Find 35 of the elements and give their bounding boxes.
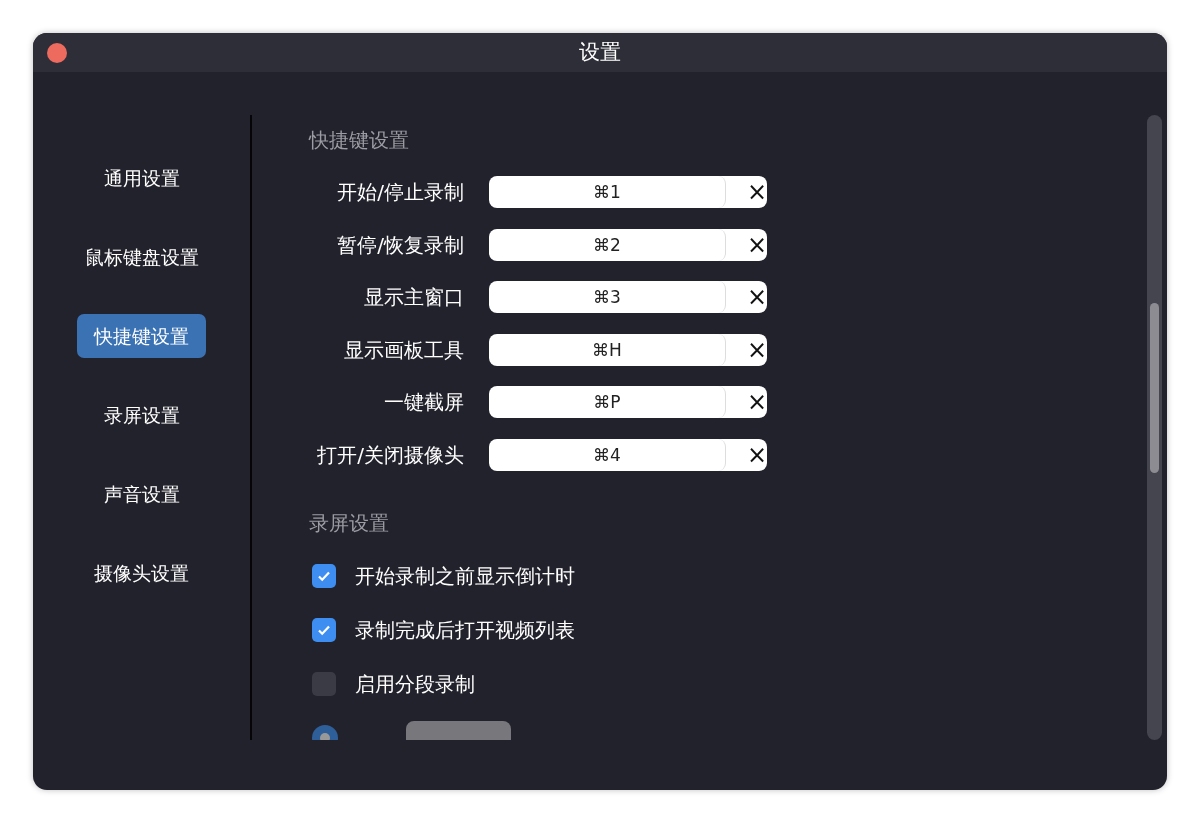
scrollbar-thumb[interactable] <box>1150 302 1159 473</box>
sidebar-item[interactable]: 快捷键设置 <box>77 314 206 358</box>
shortcut-label: 打开/关闭摄像头 <box>316 441 464 469</box>
checkbox-label: 录制完成后打开视频列表 <box>355 617 575 644</box>
checkbox-label: 开始录制之前显示倒计时 <box>355 563 575 590</box>
section-heading: 快捷键设置 <box>309 127 410 153</box>
shortcut-label: 开始/停止录制 <box>336 179 464 207</box>
sidebar-item[interactable]: 录屏设置 <box>86 393 197 437</box>
checkbox[interactable] <box>312 672 336 696</box>
clear-button[interactable]: × <box>746 442 767 467</box>
sidebar-item[interactable]: 声音设置 <box>86 472 197 516</box>
shortcut-field[interactable]: ⌘P × <box>489 386 767 419</box>
shortcut-label: 显示主窗口 <box>363 284 464 312</box>
clear-button[interactable]: × <box>746 337 767 362</box>
close-button[interactable] <box>47 43 67 63</box>
sidebar-item[interactable]: 鼠标键盘设置 <box>67 235 216 279</box>
checkbox[interactable] <box>312 564 336 588</box>
section-heading: 录屏设置 <box>309 510 390 536</box>
checkbox-label: 启用分段录制 <box>355 671 475 698</box>
checkbox[interactable] <box>312 618 336 642</box>
shortcut-field[interactable]: ⌘H × <box>489 333 767 366</box>
clear-button[interactable]: × <box>746 180 767 205</box>
shortcut-label: 一键截屏 <box>383 389 464 417</box>
window-title: 设置 <box>579 39 621 66</box>
sidebar-item[interactable]: 通用设置 <box>86 156 197 200</box>
clear-button[interactable]: × <box>746 390 767 415</box>
sidebar-item[interactable]: 摄像头设置 <box>77 551 206 595</box>
shortcut-field[interactable]: ⌘1 × <box>489 176 767 209</box>
clear-button[interactable]: × <box>746 232 767 257</box>
shortcut-field[interactable]: ⌘3 × <box>489 281 767 314</box>
shortcut-label: 显示画板工具 <box>343 336 464 364</box>
shortcut-field[interactable]: ⌘2 × <box>489 228 767 261</box>
shortcut-field[interactable]: ⌘4 × <box>489 438 767 471</box>
clear-button[interactable]: × <box>746 285 767 310</box>
shortcut-label: 暂停/恢复录制 <box>336 231 464 259</box>
